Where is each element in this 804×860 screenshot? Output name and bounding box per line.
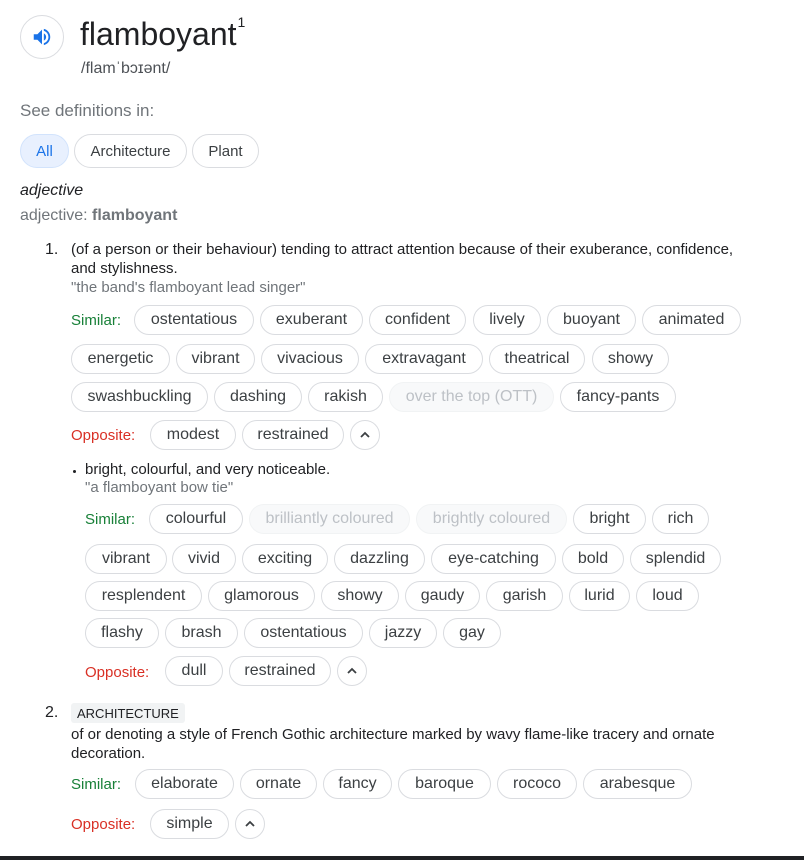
synonym-chip[interactable]: fancy-pants [560,382,676,412]
sub-sense-text: bright, colourful, and very noticeable. [85,461,331,478]
synonym-chip[interactable]: elaborate [135,769,234,799]
sub-sense-example: "a flamboyant bow tie" [85,479,234,496]
synonym-chip[interactable]: vibrant [176,344,255,374]
synonym-chip[interactable]: eye-catching [431,544,556,574]
pos-prefix: adjective: [20,207,93,224]
synonym-chip[interactable]: splendid [630,544,721,574]
bottom-divider [0,856,804,860]
antonym-chip[interactable]: modest [150,420,236,450]
synonym-chip[interactable]: baroque [398,769,491,799]
synonym-chip[interactable]: loud [636,581,699,611]
synonym-chip[interactable]: exciting [242,544,328,574]
headword: flamboyant1 [80,14,246,53]
tab-all[interactable]: All [20,134,69,168]
domain-tag: ARCHITECTURE [71,703,185,723]
synonym-chip[interactable]: ornate [240,769,317,799]
synonym-chip[interactable]: ostentatious [134,305,254,335]
chevron-up-icon [347,667,357,674]
part-of-speech-detail: adjective: flamboyant [20,207,177,225]
similar-label: Similar: [71,776,122,793]
synonym-chip[interactable]: showy [321,581,399,611]
see-definitions-label: See definitions in: [20,101,155,120]
synonym-chip[interactable]: vivacious [261,344,359,374]
synonym-chip[interactable]: buoyant [547,305,636,335]
synonym-chip[interactable]: dazzling [334,544,425,574]
synonym-chip[interactable]: vibrant [85,544,167,574]
synonym-chip[interactable]: animated [642,305,741,335]
synonym-chip[interactable]: extravagant [365,344,483,374]
similar-label: Similar: [85,511,136,528]
synonym-chip-disabled: brilliantly coloured [249,504,410,534]
synonym-chip[interactable]: energetic [71,344,170,374]
synonym-chip[interactable]: bold [562,544,624,574]
collapse-button[interactable] [350,420,380,450]
synonym-chip[interactable]: gay [443,618,501,648]
antonym-chip[interactable]: dull [165,656,223,686]
synonym-chip[interactable]: fancy [323,769,392,799]
synonym-chip[interactable]: dashing [214,382,302,412]
similar-label: Similar: [71,312,122,329]
synonym-chip[interactable]: vivid [172,544,236,574]
synonym-chip[interactable]: exuberant [260,305,363,335]
synonym-chip[interactable]: lively [473,305,541,335]
synonym-chip[interactable]: swashbuckling [71,382,208,412]
chevron-up-icon [360,431,370,438]
speaker-icon [33,28,51,46]
synonym-chip[interactable]: rich [652,504,709,534]
antonym-chip[interactable]: simple [150,809,229,839]
synonym-chip[interactable]: jazzy [369,618,437,648]
definition-1-line1: (of a person or their behaviour) tending… [71,241,734,258]
synonym-chip[interactable]: rococo [497,769,577,799]
synonym-chip[interactable]: gaudy [405,581,480,611]
synonym-chip[interactable]: glamorous [208,581,315,611]
synonym-chip[interactable]: showy [592,344,669,374]
collapse-button[interactable] [235,809,265,839]
headword-superscript: 1 [237,14,246,30]
pos-headword: flamboyant [92,207,178,224]
definition-1-example: "the band's flamboyant lead singer" [71,279,306,296]
part-of-speech: adjective [20,182,84,199]
opposite-label: Opposite: [71,816,136,833]
synonym-chip[interactable]: garish [486,581,563,611]
antonym-chip[interactable]: restrained [242,420,344,450]
definition-number-1: 1. [45,241,59,258]
synonym-chip[interactable]: arabesque [583,769,692,799]
antonym-chip[interactable]: restrained [229,656,331,686]
definition-1-line2: and stylishness. [71,260,178,277]
collapse-button[interactable] [337,656,367,686]
synonym-chip[interactable]: lurid [569,581,630,611]
pronunciation-audio-button[interactable] [20,15,64,59]
bullet-point [73,470,76,473]
tab-architecture[interactable]: Architecture [74,134,187,168]
synonym-chip[interactable]: colourful [149,504,243,534]
definition-2-line2: decoration. [71,745,146,762]
synonym-chip[interactable]: flashy [85,618,159,648]
synonym-chip-disabled: over the top (OTT) [389,382,554,412]
pronunciation-text: /flamˈbɔɪənt/ [81,60,171,77]
definition-number-2: 2. [45,704,59,721]
opposite-label: Opposite: [85,664,150,681]
opposite-label: Opposite: [71,427,136,444]
tab-plant[interactable]: Plant [192,134,259,168]
synonym-chip[interactable]: bright [573,504,646,534]
chevron-up-icon [245,820,255,827]
synonym-chip[interactable]: confident [369,305,466,335]
synonym-chip-disabled: brightly coloured [416,504,567,534]
headword-text: flamboyant [80,16,237,52]
synonym-chip[interactable]: rakish [308,382,383,412]
synonym-chip[interactable]: resplendent [85,581,202,611]
synonym-chip[interactable]: ostentatious [244,618,363,648]
synonym-chip[interactable]: theatrical [489,344,585,374]
definition-2-line1: of or denoting a style of French Gothic … [71,726,715,743]
synonym-chip[interactable]: brash [165,618,238,648]
